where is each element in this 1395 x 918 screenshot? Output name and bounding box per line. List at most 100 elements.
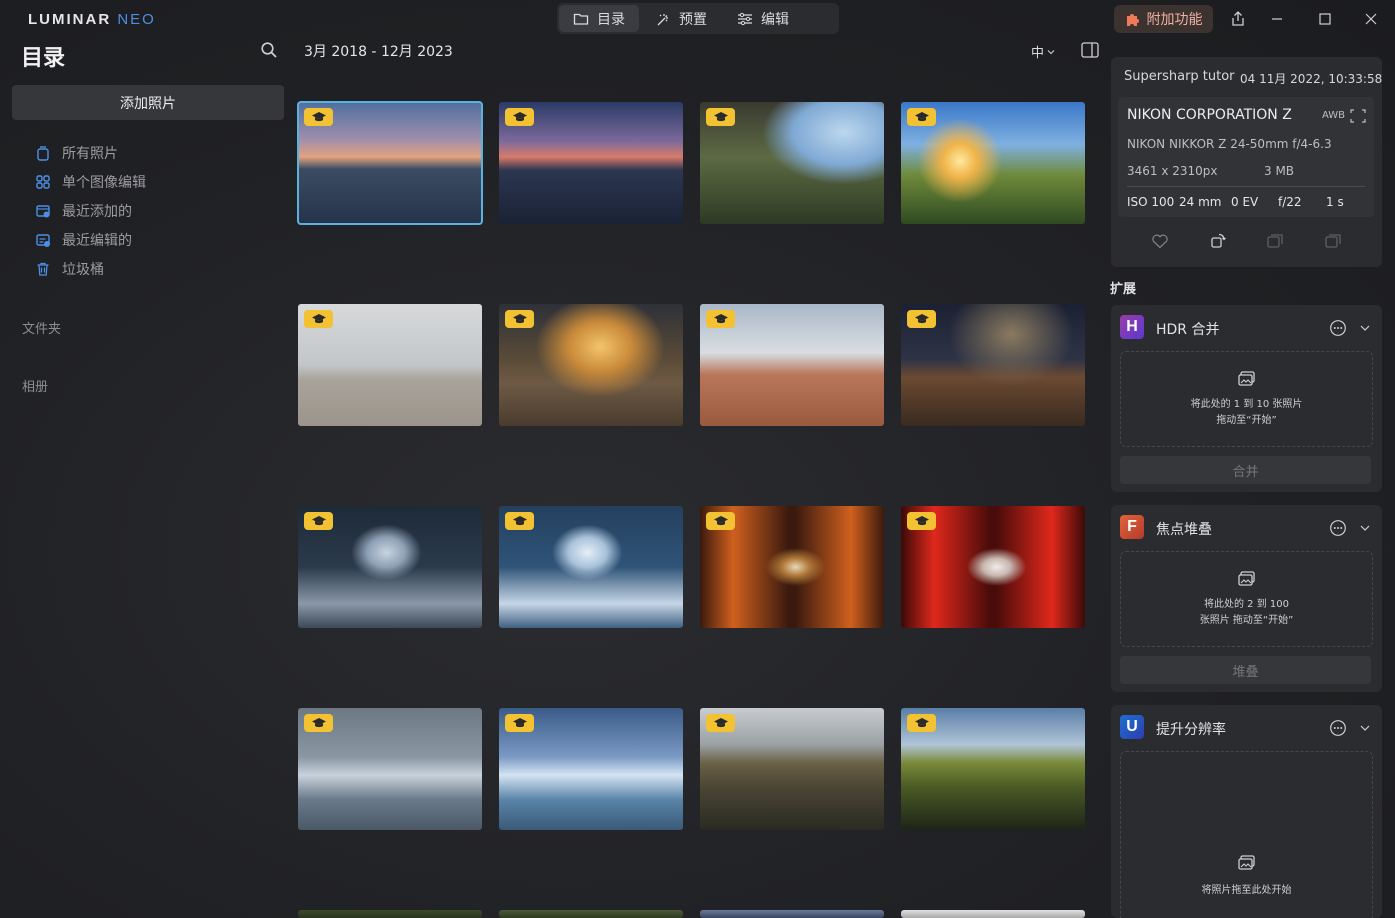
photo-thumbnail[interactable]	[298, 708, 482, 830]
photo-thumbnail[interactable]	[700, 708, 884, 830]
close-icon[interactable]	[1361, 9, 1381, 29]
photo-thumbnail[interactable]	[499, 506, 683, 628]
chevron-down-icon[interactable]	[1359, 522, 1371, 534]
tutorial-badge-icon	[907, 714, 936, 732]
copy-icon[interactable]	[1266, 232, 1284, 250]
rotate-icon[interactable]	[1209, 232, 1227, 250]
albums-section-label[interactable]: 相册	[22, 376, 48, 395]
sidebar-item-trash[interactable]: 垃圾桶	[35, 258, 104, 280]
tutorial-badge-icon	[706, 108, 735, 126]
photo-thumbnail[interactable]	[499, 708, 683, 830]
focus-stacking-card: F 焦点堆叠 将此处的 2 到 100 张照片 拖动至“开始” 堆叠	[1111, 505, 1382, 692]
chevron-down-icon[interactable]	[1359, 322, 1371, 334]
photo-thumbnail[interactable]	[298, 304, 482, 426]
addons-button[interactable]: 附加功能	[1114, 5, 1213, 33]
photo-thumbnail[interactable]	[901, 304, 1085, 426]
photo-thumbnail[interactable]	[901, 708, 1085, 830]
images-icon	[1238, 855, 1255, 870]
images-icon	[1238, 371, 1255, 386]
sidebar-item-recently-edited[interactable]: 最近编辑的	[35, 229, 132, 251]
expand-icon[interactable]	[1350, 109, 1366, 123]
white-balance-badge: AWB	[1322, 110, 1346, 121]
photo-thumbnail[interactable]	[297, 101, 483, 225]
maximize-icon[interactable]	[1315, 9, 1335, 29]
tutorial-badge-icon	[907, 512, 936, 530]
tab-presets[interactable]: 预置	[641, 5, 721, 32]
photo-thumbnail[interactable]	[298, 506, 482, 628]
tutorial-badge-icon	[505, 714, 534, 732]
tab-presets-label: 预置	[679, 11, 707, 28]
tab-catalog[interactable]: 目录	[559, 5, 639, 32]
images-icon	[1238, 571, 1255, 586]
photo-thumbnail[interactable]	[700, 506, 884, 628]
tutorial-badge-icon	[907, 310, 936, 328]
sidebar-item-label: 最近添加的	[62, 204, 132, 220]
date-range-label: 3月 2018 - 12月 2023	[304, 44, 453, 60]
exif-focal-length: 24 mm	[1179, 195, 1222, 209]
exif-box: NIKON CORPORATION Z AWB NIKON NIKKOR Z 2…	[1118, 97, 1374, 217]
tutorial-badge-icon	[304, 108, 333, 126]
merge-button[interactable]: 合并	[1120, 456, 1371, 484]
heart-icon[interactable]	[1151, 232, 1169, 250]
photo-thumbnail[interactable]	[700, 910, 884, 918]
share-icon[interactable]	[1228, 9, 1248, 29]
addons-label: 附加功能	[1146, 12, 1203, 28]
grid-icon	[36, 175, 50, 189]
recently-added-icon	[36, 205, 50, 218]
extensions-heading: 扩展	[1110, 282, 1137, 297]
add-photos-button[interactable]: 添加照片	[12, 85, 284, 120]
minimize-icon[interactable]	[1267, 9, 1287, 29]
chevron-down-icon[interactable]	[1359, 722, 1371, 734]
tab-edit-label: 编辑	[761, 11, 789, 28]
search-icon[interactable]	[260, 41, 278, 59]
more-options-icon[interactable]	[1329, 719, 1347, 737]
puzzle-icon	[1126, 14, 1139, 26]
tutorial-badge-icon	[706, 310, 735, 328]
tutorial-badge-icon	[505, 512, 534, 530]
photo-thumbnail[interactable]	[499, 304, 683, 426]
stack-button[interactable]: 堆叠	[1120, 656, 1371, 684]
more-options-icon[interactable]	[1329, 319, 1347, 337]
focus-drop-zone[interactable]: 将此处的 2 到 100 张照片 拖动至“开始”	[1120, 551, 1373, 647]
sidebar-item-label: 单个图像编辑	[62, 175, 146, 191]
photos-icon	[37, 146, 49, 161]
drop-instructions: 拖动至“开始”	[1216, 415, 1277, 426]
tab-catalog-label: 目录	[597, 11, 625, 28]
thumbnail-size-value: 中	[1031, 46, 1045, 61]
photo-thumbnail[interactable]	[901, 102, 1085, 224]
exif-shutter: 1 s	[1326, 195, 1344, 209]
photo-thumbnail[interactable]	[499, 102, 683, 224]
exif-exposure-bias: 0 EV	[1231, 195, 1259, 209]
sidebar-item-label: 所有照片	[62, 146, 118, 162]
tab-edit[interactable]: 编辑	[723, 5, 803, 32]
focus-stacking-logo: F	[1120, 515, 1144, 539]
more-options-icon[interactable]	[1329, 519, 1347, 537]
image-info-panel: Supersharp tutor 04 11月 2022, 10:33:58 N…	[1111, 57, 1382, 267]
photo-thumbnail[interactable]	[700, 102, 884, 224]
drop-instructions: 将此处的 1 到 10 张照片	[1190, 399, 1303, 410]
sidebar-item-all-photos[interactable]: 所有照片	[35, 142, 118, 164]
tutorial-badge-icon	[304, 512, 333, 530]
photo-thumbnail[interactable]	[901, 910, 1085, 918]
thumbnail-size-select[interactable]: 中	[1031, 42, 1055, 61]
tutorial-badge-icon	[505, 310, 534, 328]
upscale-card: U 提升分辨率 将照片拖至此处开始	[1111, 705, 1382, 918]
image-date: 04 11月 2022, 10:33:58	[1240, 72, 1383, 86]
tutorial-badge-icon	[304, 714, 333, 732]
paste-icon[interactable]	[1324, 232, 1342, 250]
sidebar-item-recently-added[interactable]: 最近添加的	[35, 200, 132, 222]
photo-thumbnail[interactable]	[499, 910, 683, 918]
photo-thumbnail[interactable]	[901, 506, 1085, 628]
photo-thumbnail[interactable]	[700, 304, 884, 426]
upscale-drop-zone[interactable]: 将照片拖至此处开始	[1120, 751, 1373, 918]
chevron-down-icon	[1047, 49, 1055, 54]
sidebar-item-label: 最近编辑的	[62, 233, 132, 249]
photo-thumbnail[interactable]	[298, 910, 482, 918]
hdr-drop-zone[interactable]: 将此处的 1 到 10 张照片 拖动至“开始”	[1120, 351, 1373, 447]
upscale-title: 提升分辨率	[1156, 722, 1226, 738]
app-logo: LUMINAR NEO	[28, 11, 156, 28]
folders-section-label[interactable]: 文件夹	[22, 318, 61, 337]
panel-toggle-icon[interactable]	[1081, 42, 1099, 58]
sidebar-item-single-edits[interactable]: 单个图像编辑	[35, 171, 146, 193]
file-size: 3 MB	[1264, 164, 1295, 178]
